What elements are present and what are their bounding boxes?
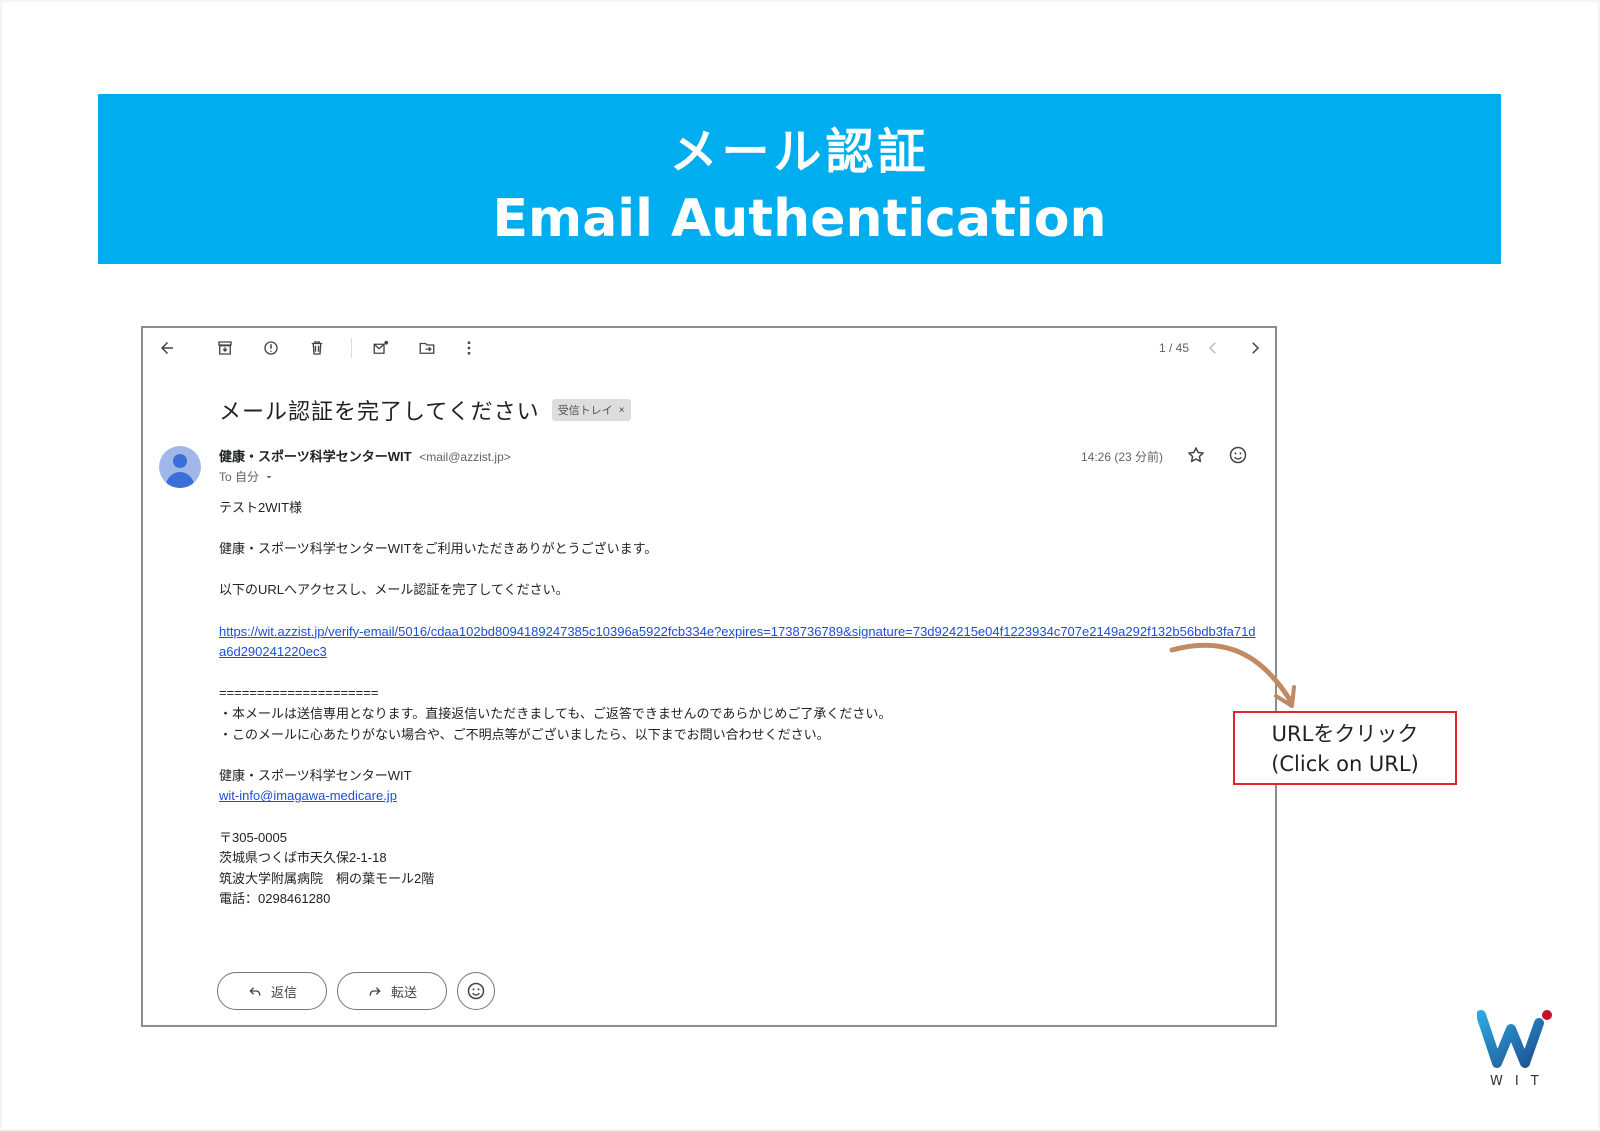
label-text: 受信トレイ — [557, 405, 613, 417]
recipient-text: To 自分 — [219, 470, 260, 484]
signature-address-2: 筑波大学附属病院 桐の葉モール2階 — [219, 870, 435, 886]
toolbar-divider — [351, 338, 352, 358]
banner-title-jp: メール認証 — [669, 124, 930, 180]
prev-button[interactable] — [1199, 334, 1227, 362]
reply-actions: 返信 転送 — [217, 972, 495, 1010]
archive-icon — [218, 341, 232, 355]
label-close-icon[interactable]: × — [619, 405, 625, 416]
email-timestamp: 14:26 (23 分前) — [1081, 450, 1164, 464]
smiley-icon — [467, 982, 485, 1000]
more-button[interactable] — [455, 334, 483, 362]
forward-button[interactable]: 転送 — [337, 972, 447, 1010]
avatar-head — [173, 454, 187, 468]
email-toolbar: 1 / 45 — [143, 328, 1275, 368]
sender-row: 健康・スポーツ科学センターWIT <mail@azzist.jp> — [219, 446, 511, 465]
emoji-reaction-button[interactable] — [1225, 442, 1251, 468]
sender-name[interactable]: 健康・スポーツ科学センターWIT — [219, 449, 412, 464]
note-send-only: ・本メールは送信専用となります。直接返信いただきましても、ご返答できませんのであ… — [219, 705, 892, 721]
archive-button[interactable] — [211, 334, 239, 362]
instruction-text: 以下のURLへアクセスし、メール認証を完了してください。 — [219, 582, 569, 598]
thanks-text: 健康・スポーツ科学センターWITをご利用いただきありがとうございます。 — [219, 541, 658, 557]
divider-text: ===================== — [219, 685, 379, 701]
greeting-text: テスト2WIT様 — [219, 500, 303, 515]
mark-unread-icon — [373, 340, 389, 354]
avatar-body — [166, 472, 194, 488]
curved-arrow-icon — [1169, 642, 1296, 708]
mark-unread-button[interactable] — [367, 334, 395, 362]
move-to-icon — [419, 342, 435, 354]
emoji-reply-button[interactable] — [457, 972, 495, 1010]
email-body: テスト2WIT様 健康・スポーツ科学センターWITをご利用いただきありがとうござ… — [219, 498, 1259, 910]
note-contact: ・このメールに心あたりがない場合や、ご不明点等がございましたら、以下までお問い合… — [219, 726, 830, 742]
back-button[interactable] — [153, 334, 181, 362]
title-banner: メール認証 Email Authentication — [98, 94, 1501, 264]
smiley-icon — [1229, 446, 1247, 464]
subject-row: メール認証を完了してください 受信トレイ × — [219, 394, 631, 426]
star-icon — [1188, 447, 1204, 463]
report-spam-button[interactable] — [257, 334, 285, 362]
sender-avatar — [159, 446, 201, 488]
signature-email-link[interactable]: wit-info@imagawa-medicare.jp — [219, 788, 397, 803]
chevron-right-icon — [1252, 342, 1260, 354]
email-subject: メール認証を完了してください — [219, 399, 540, 424]
trash-icon — [311, 341, 323, 355]
signature-postal: 〒305-0005 — [219, 829, 287, 845]
signature-phone: 電話：0298461280 — [219, 891, 331, 907]
inbox-label-chip[interactable]: 受信トレイ × — [551, 399, 631, 421]
forward-label: 転送 — [390, 984, 417, 1000]
report-spam-icon — [264, 341, 278, 355]
chevron-left-icon — [1208, 342, 1216, 354]
logo-wordmark: WIT — [1490, 1074, 1551, 1089]
email-window: 1 / 45 メール認証を完了してください 受信トレイ × 健康・スポーツ科学セ… — [141, 326, 1277, 1027]
callout-line-en: (Click on URL) — [1271, 752, 1419, 776]
sender-address: <mail@azzist.jp> — [419, 450, 511, 464]
callout-line-jp: URLをクリック — [1271, 722, 1419, 746]
move-to-button[interactable] — [413, 334, 441, 362]
forward-icon — [369, 987, 381, 996]
arrow-left-icon — [161, 342, 173, 354]
recipient-row[interactable]: To 自分 — [219, 468, 275, 485]
reply-label: 返信 — [270, 984, 297, 1000]
click-url-callout: URLをクリック (Click on URL) — [1233, 711, 1457, 785]
verify-url-link[interactable]: https://wit.azzist.jp/verify-email/5016/… — [219, 624, 1256, 660]
reply-button[interactable]: 返信 — [217, 972, 327, 1010]
delete-button[interactable] — [303, 334, 331, 362]
pager-count: 1 / 45 — [1159, 341, 1190, 355]
signature-address-1: 茨城県つくば市天久保2-1-18 — [219, 850, 387, 866]
next-button[interactable] — [1241, 334, 1269, 362]
more-vert-icon — [467, 341, 471, 355]
reply-icon — [249, 987, 261, 996]
star-button[interactable] — [1183, 442, 1209, 468]
banner-title-en: Email Authentication — [492, 189, 1107, 249]
signature-name: 健康・スポーツ科学センターWIT — [219, 767, 412, 783]
caret-down-icon — [266, 475, 272, 478]
